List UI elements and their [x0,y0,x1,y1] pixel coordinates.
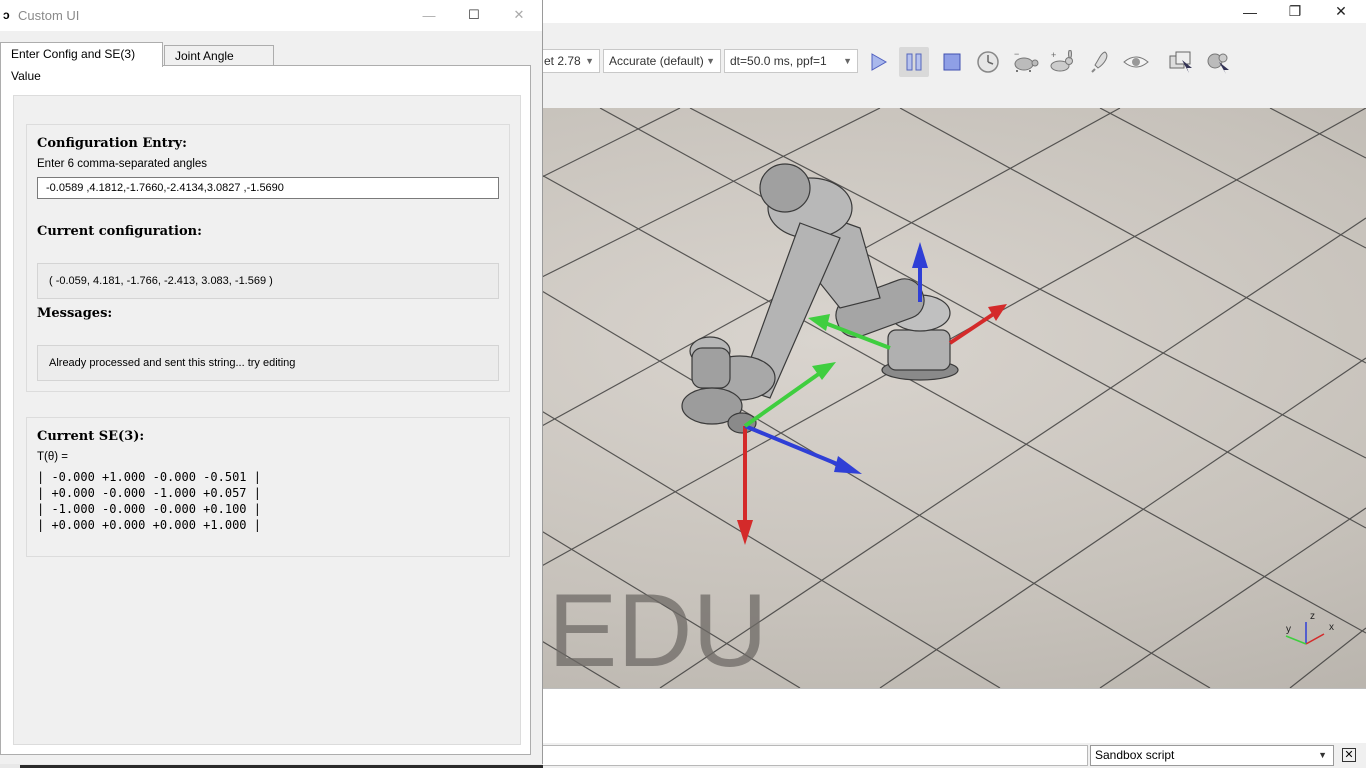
messages-heading: Messages: [37,306,113,321]
restore-icon[interactable]: ❐ [1272,0,1318,23]
tab-joint-angle-sliders[interactable]: Joint Angle Sliders [164,45,274,83]
svg-text:x: x [1329,622,1334,633]
robot-arm [681,163,959,434]
app-icon: ↄ [3,8,10,22]
se3-group: Current SE(3): T(θ) = | -0.000 +1.000 -0… [26,417,510,557]
minimize-icon[interactable]: — [1227,0,1273,23]
configuration-group: Configuration Entry: Enter 6 comma-separ… [26,124,510,392]
dialog-maximize-icon[interactable]: ☐ [463,5,485,25]
slow-down-turtle-icon[interactable]: − [1010,47,1040,77]
visualization-eye-icon[interactable] [1121,47,1151,77]
dialog-title: Custom UI [18,8,80,23]
svg-text:+: + [1051,50,1056,60]
close-icon[interactable]: ✕ [1318,0,1364,23]
console-close-icon[interactable]: ✕ [1342,748,1356,762]
matrix-row: | +0.000 -0.000 -1.000 +0.057 | [37,486,261,500]
dialog-close-icon[interactable]: ✕ [508,5,530,25]
timestep-select[interactable]: dt=50.0 ms, ppf=1 ▼ [724,49,858,73]
svg-text:z: z [1310,611,1315,622]
orientation-gizmo: z x y [1285,611,1334,645]
speed-up-rabbit-icon[interactable]: + [1047,47,1077,77]
config-hint-label: Enter 6 comma-separated angles [37,158,208,170]
svg-text:−: − [1014,51,1019,59]
pause-icon[interactable] [899,47,929,77]
outer-group-box: Configuration Entry: Enter 6 comma-separ… [13,95,521,745]
current-se3-heading: Current SE(3): [37,429,145,444]
custom-ui-dialog: ↄ Custom UI — ☐ ✕ Enter Config and SE(3)… [0,0,543,768]
matrix-row: | +0.000 +0.000 +0.000 +1.000 | [37,518,261,532]
realtime-clock-icon[interactable] [973,47,1003,77]
tab-enter-config[interactable]: Enter Config and SE(3) Value [0,42,163,83]
stop-icon[interactable] [937,47,967,77]
svg-text:y: y [1286,624,1291,635]
dialog-minimize-icon[interactable]: — [418,5,440,25]
matrix-row: | -0.000 +1.000 -0.000 -0.501 | [37,470,261,484]
current-configuration-heading: Current configuration: [37,224,202,239]
tab-bar: Enter Config and SE(3) Value Joint Angle… [0,42,542,83]
transform-label: T(θ) = [37,451,68,463]
edu-watermark: EDU [548,573,768,688]
script-select[interactable]: Sandbox script ▼ [1090,745,1334,766]
current-configuration-readout: ( -0.059, 4.181, -1.766, -2.413, 3.083, … [37,263,499,299]
object-pick-icon[interactable] [1203,47,1233,77]
tab-pane: Configuration Entry: Enter 6 comma-separ… [0,65,531,755]
window-selection-icon[interactable] [1166,47,1196,77]
rocket-icon[interactable] [1086,47,1116,77]
play-icon[interactable] [863,47,893,77]
dialog-titlebar: ↄ Custom UI — ☐ ✕ [0,0,542,31]
messages-readout: Already processed and sent this string..… [37,345,499,381]
physics-engine-select[interactable]: et 2.78 ▼ [538,49,600,73]
accuracy-select[interactable]: Accurate (default) ▼ [603,49,721,73]
config-angles-input[interactable]: -0.0589 ,4.1812,-1.7660,-2.4134,3.0827 ,… [37,177,499,199]
configuration-entry-heading: Configuration Entry: [37,136,187,151]
matrix-row: | -1.000 -0.000 -0.000 +0.100 | [37,502,261,516]
